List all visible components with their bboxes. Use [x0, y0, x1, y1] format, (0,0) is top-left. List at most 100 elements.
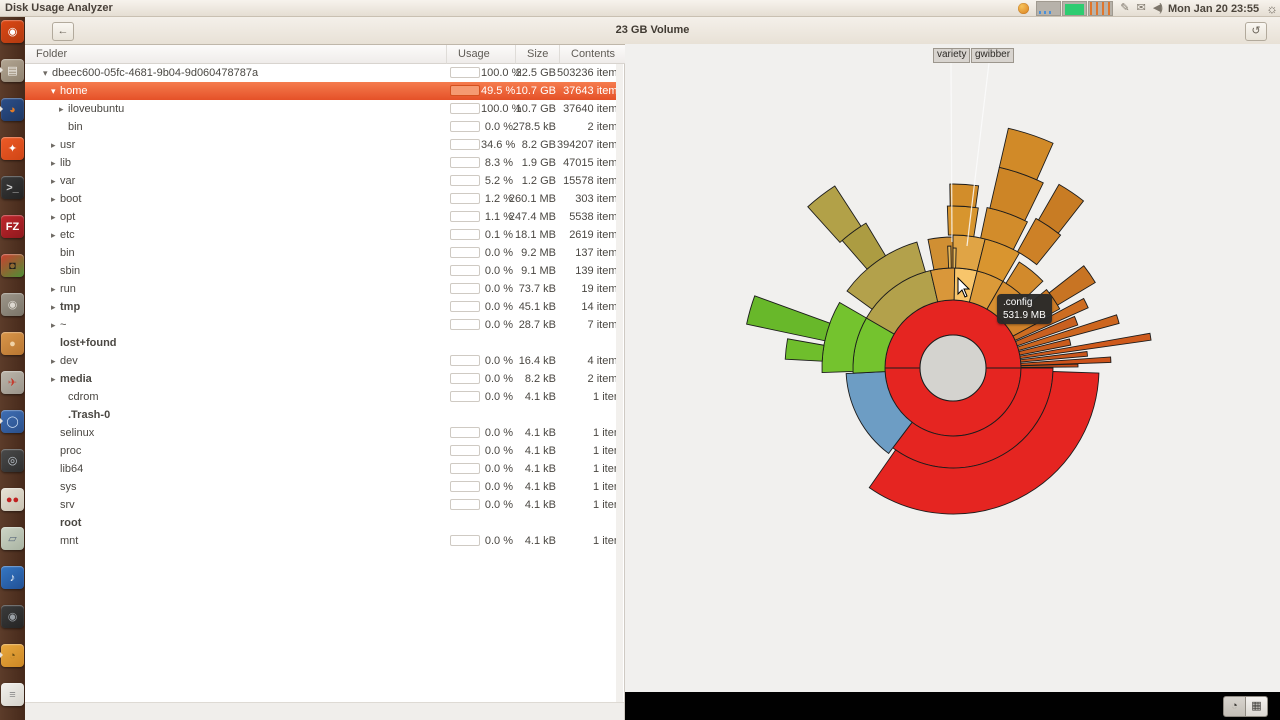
launcher-item-filezilla[interactable]: FZ — [1, 215, 24, 238]
expander-closed-icon[interactable]: ▸ — [59, 100, 68, 118]
folder-row-cdrom[interactable]: cdrom0.0 %4.1 kB1 item — [25, 388, 616, 406]
folder-row-media[interactable]: ▸media0.0 %8.2 kB2 items — [25, 370, 616, 388]
expander-closed-icon[interactable]: ▸ — [51, 190, 60, 208]
expander-closed-icon[interactable]: ▸ — [51, 208, 60, 226]
column-header-folder[interactable]: Folder — [25, 45, 447, 64]
launcher-item-lion[interactable]: ● — [1, 332, 24, 355]
launcher-item-origami[interactable]: ▱ — [1, 527, 24, 550]
usage-bar — [450, 355, 480, 366]
launcher-item-speaker-app[interactable]: ◉ — [1, 605, 24, 628]
session-gear-icon[interactable]: ☼ — [1266, 0, 1278, 17]
launcher-item-documents[interactable]: ≡ — [1, 683, 24, 706]
launcher-item-music-converter[interactable]: ♪ — [1, 566, 24, 589]
expander-closed-icon[interactable]: ▸ — [51, 226, 60, 244]
expander-closed-icon[interactable]: ▸ — [51, 316, 60, 334]
launcher-item-update-manager[interactable]: ✈ — [1, 371, 24, 394]
folder-row-dbeec600-05fc-4681-9b04-9d060478787a[interactable]: ▾dbeec600-05fc-4681-9b04-9d060478787a100… — [25, 64, 616, 82]
expander-closed-icon[interactable]: ▸ — [51, 352, 60, 370]
column-header-usage[interactable]: Usage — [447, 45, 516, 64]
expander-closed-icon[interactable]: ▸ — [51, 136, 60, 154]
launcher-item-orbit-tool[interactable]: ◎ — [1, 449, 24, 472]
folder-name: dev — [60, 355, 78, 367]
messaging-menu-icon[interactable]: ✉ — [1137, 0, 1146, 17]
rings-chart-view-button[interactable]: ◔ — [1223, 696, 1246, 717]
chart-segment[interactable] — [785, 339, 824, 361]
expander-open-icon[interactable]: ▾ — [43, 64, 52, 82]
folder-row-mnt[interactable]: mnt0.0 %4.1 kB1 item — [25, 532, 616, 550]
folder-row-root[interactable]: root — [25, 514, 616, 532]
column-header-size[interactable]: Size — [516, 45, 560, 64]
tablet-pen-icon[interactable]: ✎ — [1120, 0, 1129, 17]
folder-name: media — [60, 373, 92, 385]
folder-row-sys[interactable]: sys0.0 %4.1 kB1 item — [25, 478, 616, 496]
clock-indicator[interactable]: Mon Jan 20 23:55 — [1168, 3, 1259, 15]
contents-value: 7 items — [545, 316, 623, 334]
folder-row-dev[interactable]: ▸dev0.0 %16.4 kB4 items — [25, 352, 616, 370]
tree-vertical-scrollbar[interactable] — [616, 64, 623, 702]
launcher-item-ubuntu-dash[interactable]: ◉ — [1, 20, 24, 43]
column-header-contents[interactable]: Contents — [560, 45, 625, 64]
chart-segment[interactable] — [953, 248, 956, 268]
contents-value: 394207 items — [545, 136, 623, 154]
rings-chart-panel: variety gwibber .config 531.9 MB ◔ ▦ — [625, 44, 1280, 720]
expander-closed-icon[interactable]: ▸ — [51, 172, 60, 190]
folder-row-etc[interactable]: ▸etc0.1 %18.1 MB2619 items — [25, 226, 616, 244]
tree-horizontal-scrollbar[interactable] — [25, 702, 624, 720]
launcher-item-cherries[interactable]: ●● — [1, 488, 24, 511]
folder-row-lib64[interactable]: lib640.0 %4.1 kB1 item — [25, 460, 616, 478]
folder-row-srv[interactable]: srv0.0 %4.1 kB1 item — [25, 496, 616, 514]
expander-closed-icon[interactable]: ▸ — [51, 298, 60, 316]
contents-value: 1 item — [545, 424, 623, 442]
folder-row-tmp[interactable]: ▸tmp0.0 %45.1 kB14 items — [25, 298, 616, 316]
contents-value: 2 items — [545, 370, 623, 388]
launcher-item-software-center[interactable]: ✦ — [1, 137, 24, 160]
system-monitor-applet[interactable] — [1036, 1, 1113, 16]
contents-value: 1 item — [545, 532, 623, 550]
folder-row-bin[interactable]: bin0.0 %278.5 kB2 items — [25, 118, 616, 136]
expander-open-icon[interactable]: ▾ — [51, 82, 60, 100]
folder-row-~[interactable]: ▸~0.0 %28.7 kB7 items — [25, 316, 616, 334]
folder-name: ~ — [60, 319, 66, 331]
launcher-item-disk-usage-analyzer[interactable]: ◔ — [1, 644, 24, 667]
folder-row-opt[interactable]: ▸opt1.1 %247.4 MB5538 items — [25, 208, 616, 226]
folder-row-proc[interactable]: proc0.0 %4.1 kB1 item — [25, 442, 616, 460]
back-button[interactable]: ← — [52, 22, 74, 41]
contents-value: 2 items — [545, 118, 623, 136]
chart-center-root[interactable] — [920, 335, 986, 401]
folder-row-lost+found[interactable]: lost+found — [25, 334, 616, 352]
folder-row-selinux[interactable]: selinux0.0 %4.1 kB1 item — [25, 424, 616, 442]
launcher-item-terminal[interactable]: >_ — [1, 176, 24, 199]
chart-segment[interactable] — [948, 246, 952, 268]
rescan-button[interactable]: ↺ — [1245, 22, 1267, 41]
folder-row-home[interactable]: ▾home49.5 %10.7 GB37643 items — [25, 82, 616, 100]
treemap-view-button[interactable]: ▦ — [1246, 696, 1268, 717]
folder-row-usr[interactable]: ▸usr34.6 %8.2 GB394207 items — [25, 136, 616, 154]
contents-value: 19 items — [545, 280, 623, 298]
folder-row-boot[interactable]: ▸boot1.2 %260.1 MB303 items — [25, 190, 616, 208]
expander-closed-icon[interactable]: ▸ — [51, 280, 60, 298]
folder-row-lib[interactable]: ▸lib8.3 %1.9 GB47015 items — [25, 154, 616, 172]
chart-segment[interactable] — [1049, 266, 1095, 305]
expander-closed-icon[interactable]: ▸ — [51, 154, 60, 172]
contents-value: 37640 items — [545, 100, 623, 118]
folder-row-run[interactable]: ▸run0.0 %73.7 kB19 items — [25, 280, 616, 298]
weather-indicator-icon[interactable] — [1018, 3, 1029, 14]
launcher-item-owl[interactable]: ◉ — [1, 293, 24, 316]
launcher-item-files[interactable]: ▤ — [1, 59, 24, 82]
usage-bar — [450, 373, 480, 384]
folder-row-iloveubuntu[interactable]: ▸iloveubuntu100.0 %10.7 GB37640 items — [25, 100, 616, 118]
desktop: Disk Usage Analyzer ✎ ✉ ◀) Mon Jan 20 23… — [0, 0, 1280, 720]
folder-row-var[interactable]: ▸var5.2 %1.2 GB15578 items — [25, 172, 616, 190]
sound-menu-icon[interactable]: ◀) — [1153, 0, 1161, 17]
chart-segment[interactable] — [747, 296, 830, 341]
rings-chart[interactable] — [625, 44, 1280, 692]
folder-row-sbin[interactable]: sbin0.0 %9.1 MB139 items — [25, 262, 616, 280]
folder-row-.Trash-0[interactable]: .Trash-0 — [25, 406, 616, 424]
folder-row-bin[interactable]: bin0.0 %9.2 MB137 items — [25, 244, 616, 262]
expander-closed-icon[interactable]: ▸ — [51, 370, 60, 388]
usage-bar — [450, 121, 480, 132]
launcher-item-blue-app[interactable]: ◯ — [1, 410, 24, 433]
launcher-item-firefox[interactable]: ◕ — [1, 98, 24, 121]
running-indicator-arrow — [0, 418, 3, 424]
launcher-item-toucan[interactable]: ◘ — [1, 254, 24, 277]
